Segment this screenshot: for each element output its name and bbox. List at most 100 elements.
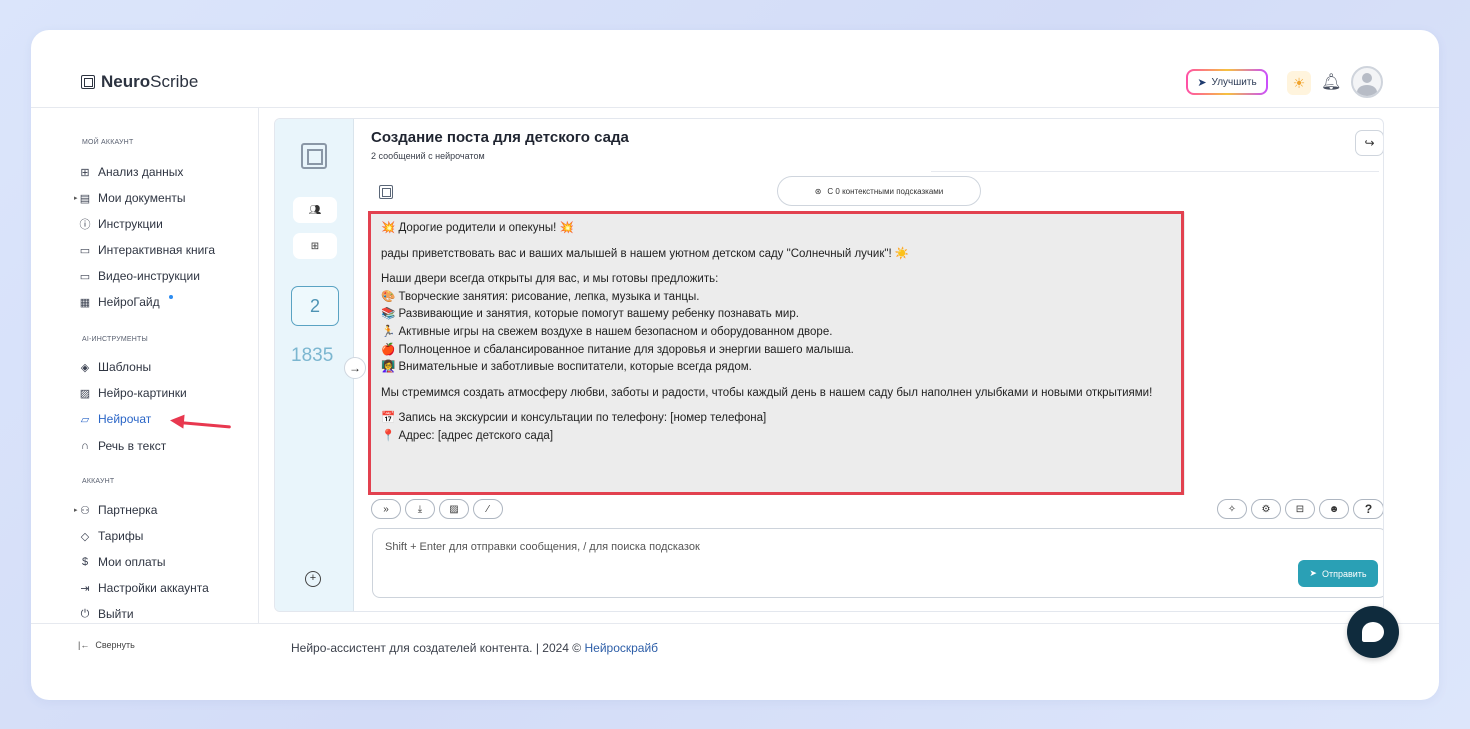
video-icon: ▭ (79, 270, 91, 283)
chat-icon: ▱ (80, 413, 90, 426)
sidebar-item-speech-to-text[interactable]: ∩ Речь в текст (79, 438, 166, 454)
token-count: 1835 (291, 345, 334, 366)
input-placeholder: Shift + Enter для отправки сообщения, / … (385, 541, 700, 553)
dollar-icon: $ (81, 556, 89, 568)
theme-toggle-sun-icon[interactable]: ☀ (1287, 71, 1311, 95)
caret-right-icon: ▸ (74, 195, 78, 202)
sidebar-item-label: Шаблоны (98, 360, 152, 374)
share-button[interactable]: ↪ (1355, 130, 1383, 156)
sidebar-item-label: Анализ данных (98, 165, 184, 179)
message-line: рады приветствовать вас и ваших малышей … (381, 247, 910, 260)
brand-light: Scribe (150, 72, 199, 91)
settings-icon: ⇥ (80, 582, 90, 595)
message-line: 💥 Дорогие родители и опекуны! 💥 (381, 222, 574, 234)
sidebar-item-label: НейроГайд (98, 295, 160, 309)
send-icon: ➤ (1309, 568, 1317, 578)
message-line: 🏃 Активные игры на свежем воздухе в наше… (381, 325, 833, 338)
sidebar-item-label: Интерактивная книга (98, 243, 216, 257)
footer-link[interactable]: Нейроскрайб (584, 641, 658, 655)
grid-icon: ⊞ (80, 166, 90, 179)
sidebar-item-label: Настройки аккаунта (98, 581, 209, 595)
sidebar-item-data-analysis[interactable]: ⊞ Анализ данных (79, 164, 183, 180)
sidebar-item-label: Мои оплаты (98, 555, 166, 569)
sidebar-item-neuro-images[interactable]: ▨ Нейро-картинки (79, 385, 187, 401)
book-icon: ▭ (79, 244, 91, 257)
send-button[interactable]: ➤ Отправить (1298, 560, 1378, 587)
help-button[interactable]: ? (1353, 499, 1383, 519)
sidebar-item-neuroguide[interactable]: ▦ НейроГайд (79, 294, 173, 310)
bell-icon[interactable]: 🔔︎ (1321, 72, 1341, 92)
add-chat-button[interactable]: + (305, 571, 321, 587)
sidebar-item-partner[interactable]: ▸ ⚇ Партнерка (74, 502, 158, 518)
message-count-badge[interactable]: 2 (291, 286, 339, 326)
message-input[interactable]: Shift + Enter для отправки сообщения, / … (372, 528, 1383, 598)
logo-icon (81, 75, 95, 89)
message-line: 📍 Адрес: [адрес детского сада] (381, 429, 554, 442)
sidebar-item-payments[interactable]: $ Мои оплаты (79, 554, 166, 570)
sidebar-item-video-instructions[interactable]: ▭ Видео-инструкции (79, 268, 200, 284)
sidebar-item-tariffs[interactable]: ◇ Тарифы (79, 528, 144, 544)
top-bar: NeuroScribe ➤ Улучшить ☀ 🔔︎ (31, 30, 1439, 108)
footer-text: Нейро-ассистент для создателей контента.… (291, 641, 585, 655)
guide-icon: ▦ (79, 296, 91, 309)
message-line: 📅 Запись на экскурсии и консультации по … (381, 412, 767, 425)
sidebar-item-instructions[interactable]: ⓘ Инструкции (79, 216, 163, 232)
sidebar-item-logout[interactable]: ⏻ Выйти (79, 606, 134, 622)
user-avatar[interactable] (1351, 66, 1383, 98)
users-icon: ⚇ (80, 504, 90, 517)
sidebar-item-label: Выйти (98, 607, 134, 621)
tag-icon: ◇ (80, 530, 90, 543)
rocket-icon: ➤ (1197, 76, 1207, 89)
sidebar-item-neurochat[interactable]: ▱ Нейрочат (79, 411, 152, 427)
download-icon[interactable]: ⤓ (405, 499, 435, 519)
logo[interactable]: NeuroScribe (81, 72, 198, 92)
chat-subtitle: 2 сообщений с нейрочатом (371, 151, 485, 161)
annotation-arrow-head (169, 413, 185, 429)
caret-right-icon: ▸ (74, 507, 78, 514)
section-title-account: АККАУНТ (82, 478, 115, 485)
context-icon: ⊛ (814, 186, 822, 196)
sidebar-item-label: Мои документы (98, 191, 186, 205)
robot-icon[interactable]: ☻ (1319, 499, 1349, 519)
puzzle-icon[interactable]: ✧ (1217, 499, 1247, 519)
sidebar: МОЙ АККАУНТ ⊞ Анализ данных ▸ ▤ Мои доку… (31, 108, 259, 623)
message-line: 👩‍🏫 Внимательные и заботливые воспитател… (381, 361, 752, 374)
assistant-avatar-icon (379, 185, 393, 199)
divider (931, 169, 1379, 172)
collapse-down-icon[interactable]: » (371, 499, 401, 519)
chat-rail: 👥︎ ⊞ 2 1835 + (275, 119, 354, 611)
brand-bold: Neuro (101, 72, 151, 91)
image-icon[interactable]: ▨ (439, 499, 469, 519)
message-toolbar-left: » ⤓ ▨ ⁄ (371, 499, 503, 519)
collapse-button[interactable]: |← Свернуть (78, 640, 135, 650)
collapse-label: Свернуть (95, 640, 135, 650)
grid-icon: ⊞ (310, 240, 320, 252)
magic-wand-icon[interactable]: ⁄ (473, 499, 503, 519)
support-chat-button[interactable] (1347, 606, 1399, 658)
apps-button[interactable]: ⊞ (293, 233, 337, 259)
new-dot-badge (168, 295, 173, 299)
upgrade-button[interactable]: ➤ Улучшить (1186, 69, 1268, 95)
sidebar-item-interactive-book[interactable]: ▭ Интерактивная книга (79, 242, 215, 258)
layers-icon: ◈ (80, 361, 90, 374)
context-hints-pill[interactable]: ⊛ С 0 контекстными подсказками (777, 176, 981, 206)
upgrade-label: Улучшить (1211, 76, 1257, 88)
message-toolbar-right: ✧ ⚙ ⊟ ☻ ? (1217, 499, 1383, 519)
sidebar-item-label: Партнерка (98, 503, 158, 517)
sidebar-item-templates[interactable]: ◈ Шаблоны (79, 359, 151, 375)
settings-icon[interactable]: ⚙ (1251, 499, 1281, 519)
assistant-message: 💥 Дорогие родители и опекуны! 💥 рады при… (369, 212, 1185, 495)
sidebar-item-label: Нейро-картинки (98, 386, 187, 400)
expand-arrow-icon[interactable]: → (344, 357, 366, 379)
sidebar-item-label: Речь в текст (98, 439, 167, 453)
message-line: Мы стремимся создать атмосферу любви, за… (381, 386, 1153, 399)
image-icon: ▨ (79, 387, 91, 400)
people-button[interactable]: 👥︎ (293, 197, 337, 223)
message-line: Наши двери всегда открыты для вас, и мы … (381, 273, 719, 286)
app-window: NeuroScribe ➤ Улучшить ☀ 🔔︎ МОЙ АККАУНТ … (31, 30, 1439, 700)
sidebar-item-account-settings[interactable]: ⇥ Настройки аккаунта (79, 580, 209, 596)
sidebar-item-my-documents[interactable]: ▸ ▤ Мои документы (74, 190, 186, 206)
section-title-my-account: МОЙ АККАУНТ (82, 139, 134, 146)
footer: Нейро-ассистент для создателей контента.… (291, 641, 658, 655)
layout-icon[interactable]: ⊟ (1285, 499, 1315, 519)
